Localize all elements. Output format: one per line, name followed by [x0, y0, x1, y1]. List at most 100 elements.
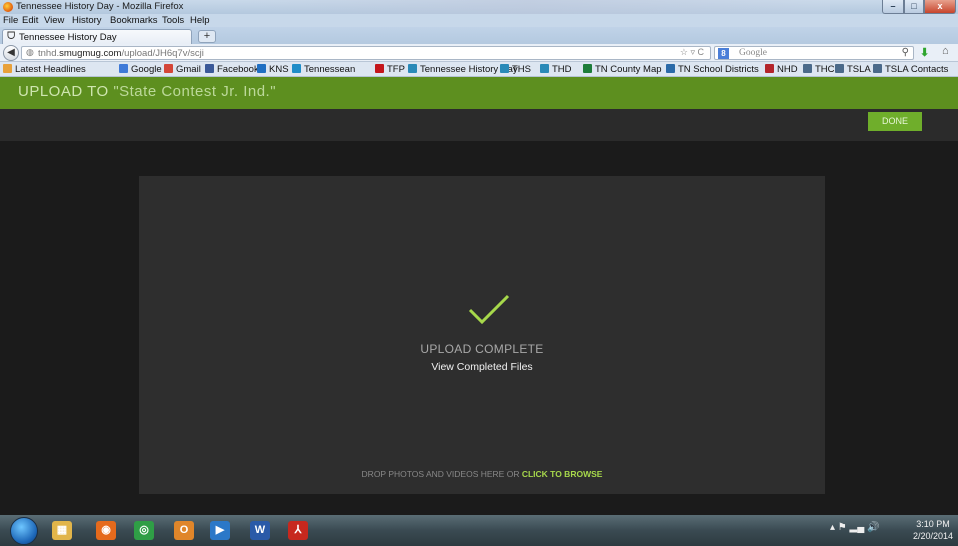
gmail-icon: [164, 64, 173, 73]
menu-bar: File Edit View History Bookmarks Tools H…: [0, 14, 958, 27]
upload-title-prefix: UPLOAD TO: [18, 83, 109, 100]
bookmark-item[interactable]: TSLA Contacts: [873, 63, 948, 76]
taskbar-app-button[interactable]: ⅄: [284, 518, 312, 543]
maximize-icon: □: [911, 1, 917, 11]
new-tab-button[interactable]: +: [198, 30, 216, 43]
maximize-button[interactable]: □: [904, 0, 924, 14]
drop-hint: DROP PHOTOS AND VIDEOS HERE OR CLICK TO …: [139, 469, 825, 479]
tab-strip: ᗜ Tennessee History Day +: [0, 27, 958, 44]
bookmark-label: Tennessean: [304, 64, 356, 75]
bookmark-label: Facebook: [217, 64, 259, 75]
drop-zone[interactable]: UPLOAD COMPLETE View Completed Files DRO…: [139, 176, 825, 494]
schools-icon: [666, 64, 675, 73]
gear-icon: [803, 64, 812, 73]
menu-history[interactable]: History: [72, 14, 102, 27]
gear-icon: [873, 64, 882, 73]
drop-hint-text: DROP PHOTOS AND VIDEOS HERE OR: [361, 469, 520, 479]
download-icon[interactable]: ⬇: [920, 46, 929, 59]
earth-icon: [583, 64, 592, 73]
bookmark-item[interactable]: THS: [500, 63, 531, 76]
bookmark-item[interactable]: TFP: [375, 63, 405, 76]
explorer-icon: ▦: [52, 521, 72, 540]
search-engine-icon[interactable]: 8: [718, 48, 729, 59]
bookmark-label: KNS: [269, 64, 289, 75]
menu-help[interactable]: Help: [190, 14, 210, 27]
url-bar[interactable]: ◍ tnhd.smugmug.com/upload/JH6q7v/scji ☆ …: [21, 46, 711, 60]
search-bar[interactable]: 8 Google ⚲: [714, 46, 914, 60]
url-bar-actions[interactable]: ☆ ▿ C: [680, 47, 704, 58]
bookmark-item[interactable]: THC: [803, 63, 835, 76]
system-tray[interactable]: ▴ ⚑ ▂▄ 🔊: [830, 522, 880, 533]
start-button[interactable]: [10, 517, 38, 545]
bookmark-item[interactable]: Tennessean: [292, 63, 355, 76]
menu-tools[interactable]: Tools: [162, 14, 184, 27]
taskbar-app-button[interactable]: W: [246, 518, 274, 543]
bookmark-item[interactable]: TN County Map: [583, 63, 662, 76]
navigation-bar: ◀ ◍ tnhd.smugmug.com/upload/JH6q7v/scji …: [0, 44, 958, 62]
taskbar-app-button[interactable]: ▶: [206, 518, 234, 543]
click-to-browse-link[interactable]: CLICK TO BROWSE: [522, 469, 603, 479]
done-button[interactable]: DONE: [868, 112, 922, 131]
tfp-icon: [375, 64, 384, 73]
menu-view[interactable]: View: [44, 14, 64, 27]
back-button[interactable]: ◀: [3, 45, 19, 61]
menu-file[interactable]: File: [3, 14, 18, 27]
taskbar-app-button[interactable]: ▦: [48, 518, 76, 543]
site-identity-icon[interactable]: ◍: [26, 47, 34, 58]
clock[interactable]: 3:10 PM 2/20/2014: [910, 518, 956, 542]
bookmark-item[interactable]: TSLA: [835, 63, 871, 76]
taskbar-app-button[interactable]: ◉: [92, 518, 120, 543]
bookmark-item[interactable]: NHD: [765, 63, 798, 76]
search-icon[interactable]: ⚲: [902, 47, 909, 58]
bookmark-label: THC: [815, 64, 835, 75]
url-path: /upload/JH6q7v/scji: [121, 48, 204, 59]
close-button[interactable]: x: [924, 0, 956, 14]
title-bar-background: [230, 0, 830, 14]
bookmark-label: Latest Headlines: [15, 64, 86, 75]
bookmark-item[interactable]: Latest Headlines: [3, 63, 86, 76]
bookmark-item[interactable]: Gmail: [164, 63, 201, 76]
bookmark-label: THD: [552, 64, 572, 75]
minimize-button[interactable]: –: [882, 0, 904, 14]
firefox-icon: [3, 2, 13, 12]
header-shadow-strip: [0, 109, 958, 141]
bookmark-item[interactable]: TN School Districts: [666, 63, 759, 76]
bookmark-label: Gmail: [176, 64, 201, 75]
clock-date: 2/20/2014: [912, 531, 954, 541]
bookmark-label: TSLA: [847, 64, 871, 75]
upload-main-area: UPLOAD COMPLETE View Completed Files DRO…: [0, 141, 958, 515]
bookmark-item[interactable]: KNS: [257, 63, 289, 76]
minimize-icon: –: [890, 1, 896, 11]
url-text: tnhd.smugmug.com/upload/JH6q7v/scji: [38, 48, 204, 59]
bookmarks-bar: Latest Headlines Google Gmail Facebook KNS Te…: [0, 62, 958, 77]
bookmark-label: TN School Districts: [678, 64, 759, 75]
checkmark-icon: [468, 294, 510, 324]
bookmark-item[interactable]: Facebook: [205, 63, 259, 76]
url-host: tnhd.: [38, 48, 60, 59]
window-title: Tennessee History Day - Mozilla Firefox: [16, 1, 184, 12]
firefox-icon: ◉: [96, 521, 116, 540]
view-completed-files-link[interactable]: View Completed Files: [139, 361, 825, 373]
home-icon[interactable]: ⌂: [942, 45, 949, 57]
acrobat-icon: ⅄: [288, 521, 308, 540]
bookmark-label: TFP: [387, 64, 405, 75]
url-domain: smugmug.com: [59, 48, 122, 59]
upload-title: UPLOAD TO "State Contest Jr. Ind.": [18, 83, 276, 100]
tab-tennessee-history-day[interactable]: ᗜ Tennessee History Day: [2, 29, 192, 44]
menu-edit[interactable]: Edit: [22, 14, 38, 27]
media-player-icon: ▶: [210, 521, 230, 540]
bookmark-item[interactable]: Google: [119, 63, 162, 76]
upload-album-name: "State Contest Jr. Ind.": [113, 83, 277, 100]
search-placeholder: Google: [739, 48, 767, 58]
bookmark-label: TSLA Contacts: [885, 64, 949, 75]
menu-bookmarks[interactable]: Bookmarks: [110, 14, 158, 27]
globe-icon: [500, 64, 509, 73]
taskbar-app-button[interactable]: O: [170, 518, 198, 543]
rss-icon: [3, 64, 12, 73]
tab-favicon-icon: ᗜ: [7, 31, 16, 42]
tennessean-icon: [292, 64, 301, 73]
bookmark-item[interactable]: THD: [540, 63, 572, 76]
taskbar-app-button[interactable]: ◎: [130, 518, 158, 543]
gear-icon: [835, 64, 844, 73]
windows-taskbar: ▦ ◉ ◎ O ▶ W ⅄ ▴ ⚑ ▂▄ 🔊 3:10 PM 2/20/2014: [0, 515, 958, 546]
